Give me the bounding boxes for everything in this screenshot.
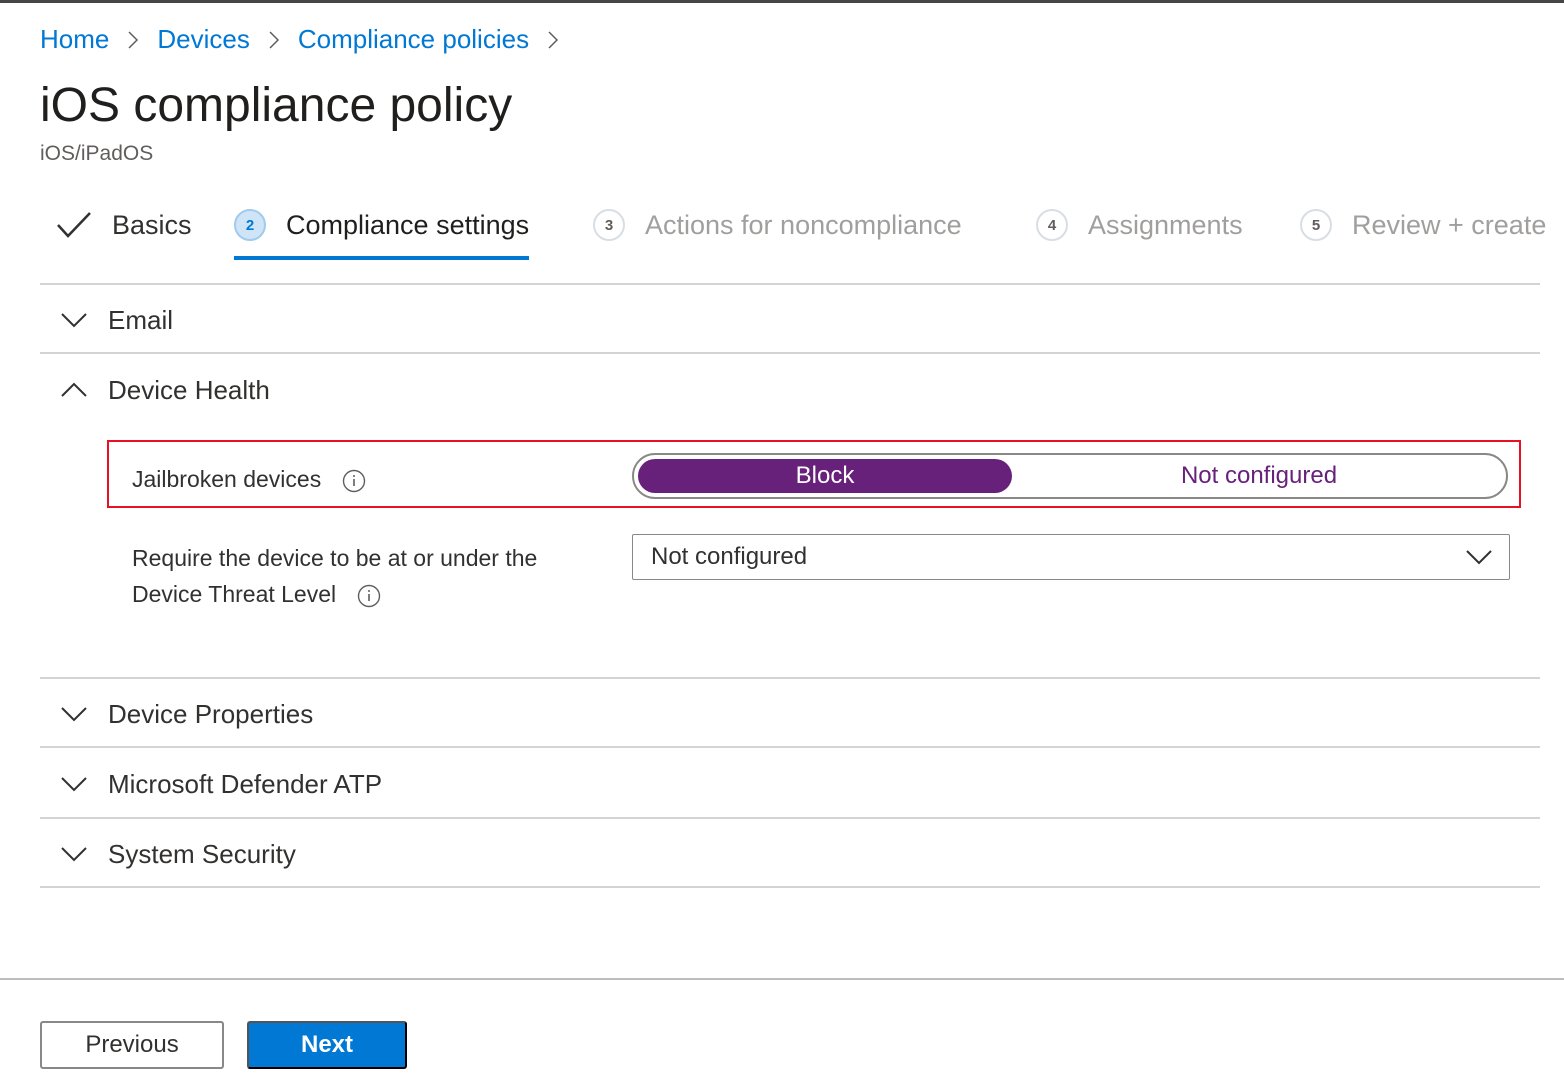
page-subtitle: iOS/iPadOS <box>40 142 154 165</box>
active-step-underline <box>234 256 530 260</box>
step-number: 5 <box>1300 209 1332 241</box>
step-number: 2 <box>234 209 266 241</box>
section-label: System Security <box>108 838 296 869</box>
step-label: Basics <box>112 209 192 240</box>
previous-button[interactable]: Previous <box>40 1021 224 1069</box>
section-label: Microsoft Defender ATP <box>108 768 383 799</box>
step-compliance-settings[interactable]: 2 Compliance settings <box>234 200 530 260</box>
chevron-down-icon <box>60 312 90 328</box>
breadcrumb-home[interactable]: Home <box>40 24 109 55</box>
info-icon[interactable] <box>357 584 381 608</box>
divider <box>40 677 1540 679</box>
jailbroken-devices-label: Jailbroken devices <box>132 461 366 497</box>
toggle-option-not-configured[interactable]: Not configured <box>1014 459 1504 493</box>
step-label: Assignments <box>1088 209 1243 240</box>
step-review-create[interactable]: 5 Review + create <box>1300 200 1546 250</box>
section-device-properties[interactable]: Device Properties <box>40 680 1540 748</box>
breadcrumb: Home Devices Compliance policies <box>40 24 577 55</box>
chevron-down-icon <box>60 846 90 862</box>
threat-level-dropdown[interactable]: Not configured <box>632 534 1510 580</box>
step-label: Compliance settings <box>286 209 530 240</box>
dropdown-value: Not configured <box>651 543 808 570</box>
chevron-right-icon <box>547 30 559 50</box>
divider <box>40 817 1540 819</box>
step-number: 3 <box>593 209 625 241</box>
footer-divider <box>0 978 1564 980</box>
chevron-down-icon <box>1465 549 1493 565</box>
step-actions-for-noncompliance[interactable]: 3 Actions for noncompliance <box>593 200 962 250</box>
section-label: Email <box>108 304 174 335</box>
step-number: 4 <box>1036 209 1068 241</box>
breadcrumb-compliance-policies[interactable]: Compliance policies <box>298 24 529 55</box>
chevron-down-icon <box>60 706 90 722</box>
threat-level-label: Require the device to be at or under the… <box>132 540 537 612</box>
step-basics[interactable]: Basics <box>56 200 192 250</box>
section-label: Device Health <box>108 374 270 405</box>
info-icon[interactable] <box>342 469 366 493</box>
divider <box>40 886 1540 888</box>
chevron-right-icon <box>268 30 280 50</box>
chevron-down-icon <box>60 776 90 792</box>
section-label: Device Properties <box>108 698 314 729</box>
divider <box>40 746 1540 748</box>
section-system-security[interactable]: System Security <box>40 820 1540 888</box>
wizard-steps: Basics 2 Compliance settings 3 Actions f… <box>56 200 1564 262</box>
step-label: Actions for noncompliance <box>645 209 962 240</box>
page-title: iOS compliance policy <box>40 79 513 132</box>
step-assignments[interactable]: 4 Assignments <box>1036 200 1243 250</box>
label-text: Jailbroken devices <box>132 466 322 492</box>
section-email[interactable]: Email <box>40 286 1540 354</box>
chevron-up-icon <box>60 382 90 398</box>
chevron-right-icon <box>127 30 139 50</box>
label-text: Device Threat Level <box>132 581 337 607</box>
jailbroken-devices-toggle[interactable]: Block Not configured <box>632 453 1508 499</box>
divider <box>40 283 1540 285</box>
label-text: Require the device to be at or under the <box>132 545 538 571</box>
section-device-health[interactable]: Device Health <box>40 356 1540 424</box>
next-button[interactable]: Next <box>247 1021 407 1069</box>
divider <box>40 352 1540 354</box>
step-label: Review + create <box>1352 209 1547 240</box>
toggle-option-block[interactable]: Block <box>638 459 1012 493</box>
checkmark-icon <box>56 210 92 240</box>
top-bar <box>0 0 1564 3</box>
breadcrumb-devices[interactable]: Devices <box>157 24 249 55</box>
section-microsoft-defender-atp[interactable]: Microsoft Defender ATP <box>40 750 1540 818</box>
